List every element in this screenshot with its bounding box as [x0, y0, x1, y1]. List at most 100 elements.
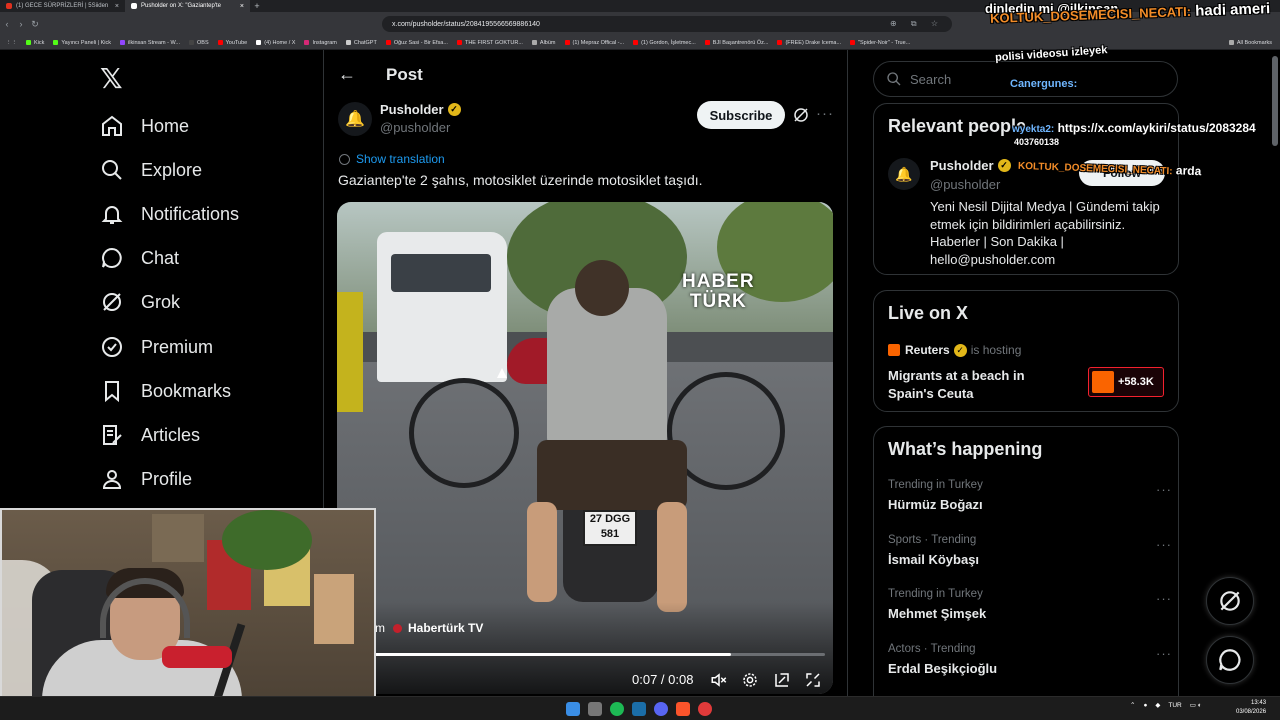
messages-fab-button[interactable] [1206, 636, 1254, 684]
nav-home[interactable]: Home [100, 113, 189, 139]
mic-icon[interactable]: ● [1143, 702, 1147, 709]
author-name[interactable]: Pusholder ✓ [380, 102, 461, 117]
network-volume-icons[interactable]: ▭ ◐ [1190, 701, 1202, 709]
windows-start-icon[interactable] [566, 702, 580, 716]
nav-articles[interactable]: Articles [100, 422, 200, 448]
trend-item[interactable]: Trending in Turkey Hürmüz Boğazı [888, 479, 983, 512]
volume-icon[interactable] [710, 671, 728, 689]
live-host[interactable]: Reuters ✓ is hosting [888, 343, 1021, 357]
grok-icon[interactable] [792, 106, 810, 124]
trend-item[interactable]: Trending in Turkey Mehmet Şimşek [888, 588, 986, 621]
close-tab-icon[interactable]: × [240, 3, 244, 10]
x-icon [256, 40, 262, 45]
bookmark-item[interactable]: BJI Başantrenörü Öz... [704, 40, 768, 46]
fullscreen-icon[interactable] [804, 671, 822, 689]
brave-icon[interactable] [676, 702, 690, 716]
address-bar-icons[interactable]: ⊕ ⧉ ☆ [890, 19, 944, 29]
page-scrollbar[interactable] [1272, 56, 1278, 146]
app-icon[interactable] [698, 702, 712, 716]
close-tab-icon[interactable]: × [115, 3, 119, 10]
search-icon [887, 72, 901, 86]
back-arrow-icon[interactable]: ‹ [0, 19, 14, 29]
subscribe-button[interactable]: Subscribe [697, 101, 785, 129]
tab-label: Pusholder on X: "Gaziantep'te [141, 3, 221, 9]
poster [314, 574, 354, 644]
author-handle[interactable]: @pusholder [380, 120, 461, 135]
bookmark-item[interactable]: (1) Gordon, İşletmec... [633, 40, 696, 46]
x-logo-icon[interactable]: 𝕏 [100, 62, 123, 95]
bookmark-item[interactable]: (FREE) Drake Icema... [777, 40, 841, 46]
trend-more-icon[interactable]: ··· [1156, 646, 1172, 661]
nav-bookmarks[interactable]: Bookmarks [100, 378, 231, 404]
bookmark-folder[interactable]: Albüm [531, 40, 556, 46]
spotify-icon[interactable] [610, 702, 624, 716]
bookmark-item[interactable]: Yayıncı Paneli | Kick [53, 40, 111, 46]
live-title: Live on X [888, 303, 969, 323]
instagram-icon [304, 40, 310, 45]
steam-icon[interactable] [632, 702, 646, 716]
tray-chevron-icon[interactable]: ⌃ [1130, 701, 1135, 709]
reload-icon[interactable]: ↻ [28, 19, 42, 30]
grok-icon [1220, 591, 1240, 611]
video-progress-bar[interactable] [375, 653, 825, 656]
bookmark-item[interactable]: Instagram [304, 40, 337, 46]
new-tab-button[interactable]: + [250, 1, 264, 11]
youtube-icon [217, 40, 223, 45]
nav-premium[interactable]: Premium [100, 334, 213, 360]
bookmark-item[interactable]: (1) Mepraz Offical -... [564, 40, 624, 46]
settings-gear-icon[interactable] [741, 671, 759, 689]
back-arrow-icon[interactable]: ← [338, 64, 386, 85]
live-on-x-card: Live on X Reuters ✓ is hosting Migrants … [873, 290, 1179, 412]
trend-item[interactable]: Sports · Trending İsmail Köybaşı [888, 534, 979, 567]
bookmark-item[interactable]: THE FIRST GOKTUR... [456, 40, 523, 46]
video-scene-wheel [409, 378, 519, 488]
all-bookmarks[interactable]: All Bookmarks [1228, 40, 1272, 46]
trend-item[interactable]: Actors · Trending Erdal Beşikçioğlu [888, 643, 997, 676]
youtube-icon [385, 40, 391, 45]
nav-notifications[interactable]: Notifications [100, 201, 239, 227]
mouse-cursor-icon [497, 368, 507, 378]
bookmark-item[interactable]: ilkinsan Stream - W... [120, 40, 180, 46]
live-topic[interactable]: Migrants at a beach in Spain's Ceuta [888, 367, 1068, 402]
forward-arrow-icon[interactable]: › [14, 19, 28, 29]
bookmark-item[interactable]: "Spider-Noir" - True... [850, 40, 910, 46]
more-options-icon[interactable]: ··· [816, 105, 834, 122]
folder-icon [531, 40, 537, 45]
video-attribution[interactable]: m Habertürk TV [375, 621, 483, 635]
file-explorer-icon[interactable] [588, 702, 602, 716]
trend-more-icon[interactable]: ··· [1156, 537, 1172, 552]
bookmark-item[interactable]: ChatGPT [345, 40, 377, 46]
picture-in-picture-icon[interactable] [773, 671, 791, 689]
nav-explore[interactable]: Explore [100, 157, 202, 183]
bookmark-item[interactable]: Oğuz Sasi - Bir Efsa... [385, 40, 448, 46]
grok-fab-button[interactable] [1206, 577, 1254, 625]
system-tray[interactable]: ⌃ ● ◆ TUR ▭ ◐ [1130, 701, 1202, 710]
address-bar[interactable]: x.com/pusholder/status/20841955665698861… [382, 16, 952, 32]
live-listeners-badge[interactable]: +58.3K [1088, 367, 1164, 397]
bookmark-item[interactable]: YouTube [217, 40, 247, 46]
browser-tab[interactable]: (1) GECE SÜRPRİZLERİ | 5Siiden × [0, 0, 125, 12]
folder-icon [1228, 40, 1234, 45]
chat-icon [102, 247, 122, 268]
nav-profile[interactable]: Profile [100, 466, 192, 492]
apps-grid-icon[interactable]: ⋮⋮ [6, 40, 17, 46]
bookmark-item[interactable]: (4) Home / X [256, 40, 295, 46]
relevant-person-name[interactable]: Pusholder ✓ [930, 158, 1011, 173]
language-indicator[interactable]: TUR [1168, 702, 1181, 709]
nav-chat[interactable]: Chat [100, 245, 179, 271]
bookmark-item[interactable]: Kick [26, 40, 44, 46]
relevant-person-handle[interactable]: @pusholder [930, 177, 1000, 192]
tray-icons[interactable]: ◆ [1155, 701, 1160, 709]
obs-icon [189, 40, 194, 45]
trend-more-icon[interactable]: ··· [1156, 482, 1172, 497]
bookmark-item[interactable]: OBS [189, 40, 209, 46]
discord-icon[interactable] [654, 702, 668, 716]
show-translation-link[interactable]: Show translation [339, 152, 445, 166]
trend-more-icon[interactable]: ··· [1156, 591, 1172, 606]
taskbar-clock[interactable]: 13:43 03/08/2026 [1236, 699, 1266, 717]
haberturk-logo-icon [393, 623, 402, 633]
browser-tab-active[interactable]: Pusholder on X: "Gaziantep'te × [125, 0, 250, 12]
avatar[interactable]: 🔔 [888, 158, 920, 190]
avatar[interactable]: 🔔 [338, 102, 372, 136]
nav-grok[interactable]: Grok [100, 289, 180, 315]
